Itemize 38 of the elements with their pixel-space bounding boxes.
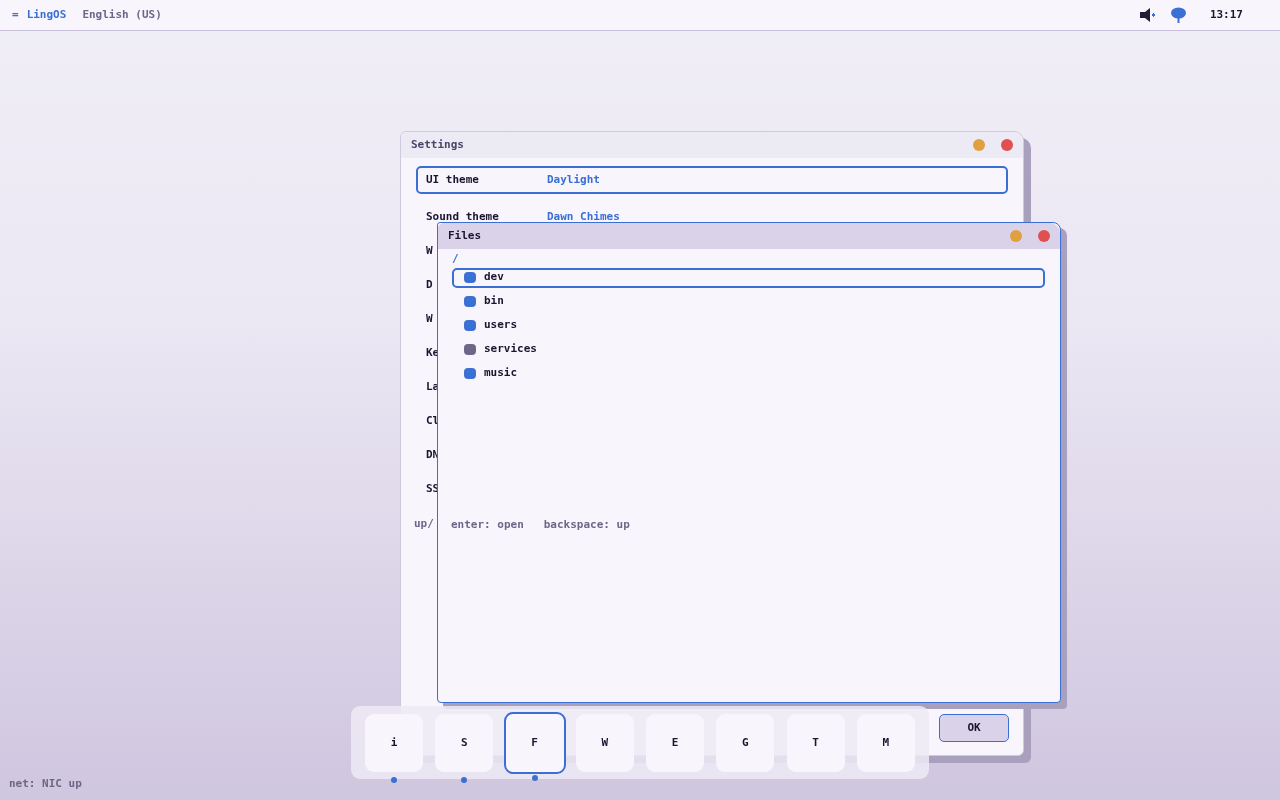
window-title: Settings [411,136,464,153]
key-hint: enter: open backspace: up [451,517,630,533]
brand-name: LingOS [26,6,67,23]
setting-value: Daylight [547,171,600,188]
app-key[interactable]: S [435,714,494,772]
app-key[interactable]: W [575,714,634,772]
close-button[interactable] [1001,139,1013,151]
close-button[interactable] [1038,230,1050,242]
setting-label[interactable]: Cl [426,413,440,427]
folder-row[interactable]: bin [452,291,1045,312]
minimize-button[interactable] [973,139,985,151]
setting-value: Dawn Chimes [547,208,620,225]
setting-label[interactable]: W [426,311,433,325]
app-key[interactable]: G [716,714,775,772]
ok-button[interactable]: OK [939,714,1009,742]
folder-row[interactable]: users [452,315,1045,336]
settings-row[interactable]: UI theme Daylight [416,166,1008,194]
window-title: Files [448,227,482,244]
folder-row[interactable]: music [452,363,1045,384]
key-hint: up/ [414,516,434,532]
folder-row[interactable]: dev [452,267,1045,288]
network-status: net: NIC up [9,775,82,792]
menu-glyph[interactable]: = [12,6,19,24]
speaker-icon[interactable] [1139,8,1155,22]
folder-row[interactable]: services [452,339,1045,360]
balloon-icon[interactable] [1170,7,1186,23]
language-label[interactable]: English (US) [82,6,162,24]
app-key[interactable]: E [646,714,705,772]
app-key[interactable]: F [503,712,566,774]
app-key[interactable]: M [856,714,915,772]
setting-label[interactable]: W [426,243,433,257]
app-key[interactable]: T [786,714,845,772]
setting-label[interactable]: Sound theme [426,209,499,223]
app-key[interactable]: i [365,714,424,772]
clock: 13:17 [1209,6,1243,23]
setting-label[interactable]: D [426,277,433,291]
setting-label: UI theme [426,172,479,186]
path-label: / [452,252,459,265]
